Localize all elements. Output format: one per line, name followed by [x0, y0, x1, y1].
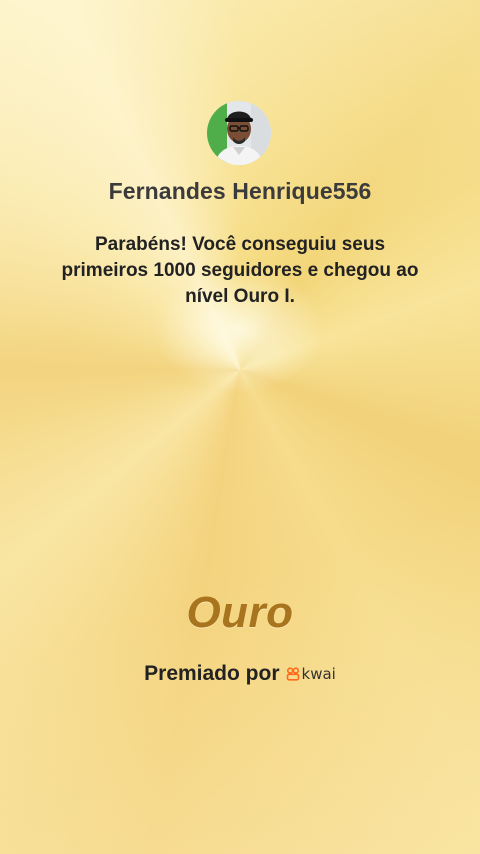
avatar[interactable]	[207, 101, 271, 165]
avatar-photo	[207, 101, 271, 165]
achievement-message: Parabéns! Você conseguiu seus primeiros …	[61, 234, 419, 307]
kwai-brand-text: kwai	[301, 665, 336, 683]
awarded-by: Premiado por kwai	[0, 662, 480, 686]
username: Fernandes Henrique556	[108, 178, 372, 204]
kwai-logo-icon	[286, 667, 299, 681]
tier-label: Ouro	[186, 588, 294, 637]
awarded-by-label: Premiado por	[144, 662, 280, 685]
kwai-logo: kwai	[286, 665, 336, 683]
achievement-screen: Fernandes Henrique556 Parabéns! Você con…	[0, 0, 480, 854]
